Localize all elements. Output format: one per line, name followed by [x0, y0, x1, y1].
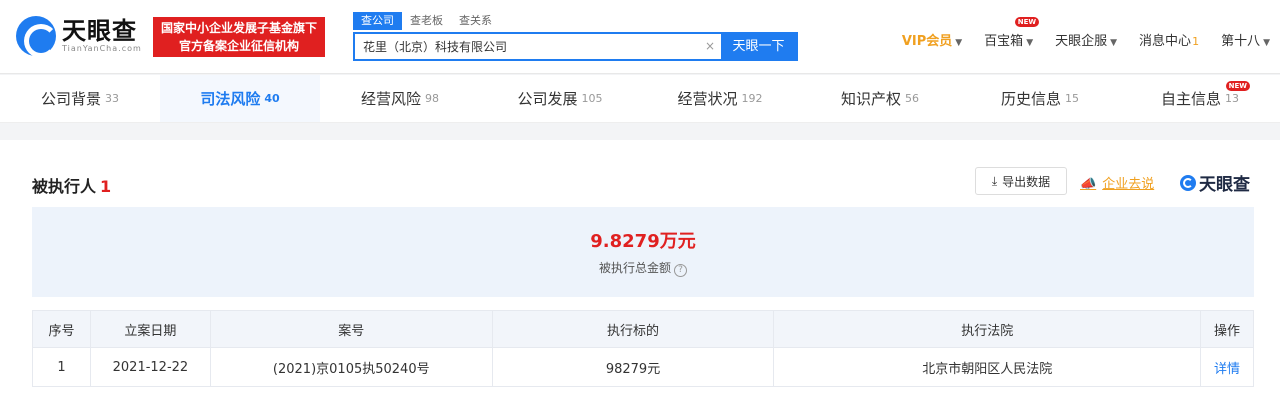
user-menu[interactable]: 第十八 ▼: [1221, 30, 1270, 49]
brand-watermark: 天眼查: [1180, 170, 1250, 195]
search-area: 查公司 查老板 查关系 × 天眼一下: [353, 12, 798, 62]
chevron-down-icon: ▼: [1110, 38, 1118, 48]
toolbox-menu[interactable]: 百宝箱 ▼ NEW: [984, 17, 1040, 49]
search-input[interactable]: [355, 34, 699, 59]
executed-person-card: 被执行人 1 ⤓ 导出数据 📣 企业去说 天眼查 9.8279万元 被执行总金额? …: [0, 140, 1280, 406]
clear-icon[interactable]: ×: [699, 34, 721, 59]
logo-subtext: TianYanCha.com: [62, 44, 142, 53]
report-link[interactable]: 📣 企业去说: [1080, 173, 1154, 192]
new-badge: NEW: [1225, 81, 1250, 91]
company-dimension-tabs: 公司背景 33 司法风险 40 经营风险 98 公司发展 105 经营状况 192 知识产…: [0, 75, 1280, 123]
search-box: × 天眼一下: [353, 32, 798, 61]
header-case-no: 案号: [209, 310, 493, 348]
top-nav: VIP会员 ▼ 百宝箱 ▼ NEW 天眼企服 ▼ 消息中心1 第十八 ▼: [880, 17, 1270, 49]
header-amount: 执行标的: [491, 310, 775, 348]
summary-panel: 9.8279万元 被执行总金额?: [32, 207, 1254, 297]
table-row: 1 2021-12-22 (2021)京0105执50240号 98279元 北…: [32, 347, 1254, 387]
tab-operating-status[interactable]: 经营状况 192: [640, 75, 800, 122]
chevron-down-icon: ▼: [1263, 38, 1270, 48]
cell-action: 详情: [1200, 347, 1254, 387]
promo-banner[interactable]: 国家中小企业发展子基金旗下 官方备案企业征信机构: [153, 17, 325, 57]
search-tab-relation[interactable]: 查关系: [451, 12, 500, 30]
message-count: 1: [1192, 35, 1200, 48]
enterprise-service-menu[interactable]: 天眼企服 ▼: [1055, 30, 1117, 49]
tab-self-info[interactable]: 自主信息 13 NEW: [1120, 75, 1280, 122]
new-badge: NEW: [1014, 17, 1040, 27]
cell-index: 1: [32, 347, 91, 387]
cell-date: 2021-12-22: [89, 347, 211, 387]
tab-intellectual-property[interactable]: 知识产权 56: [800, 75, 960, 122]
logo-icon: [1180, 174, 1196, 191]
tianyancha-logo[interactable]: 天眼查 TianYanCha.com: [16, 16, 142, 58]
detail-link[interactable]: 详情: [1214, 362, 1240, 377]
tab-company-background[interactable]: 公司背景 33: [0, 75, 160, 122]
chevron-down-icon: ▼: [1026, 38, 1034, 48]
banner-line-2: 官方备案企业征信机构: [178, 39, 299, 53]
section-count: 1: [100, 177, 112, 196]
chevron-down-icon: ▼: [955, 38, 963, 48]
download-icon: ⤓: [991, 173, 998, 188]
export-data-button[interactable]: ⤓ 导出数据: [975, 167, 1067, 195]
banner-line-1: 国家中小企业发展子基金旗下: [160, 21, 317, 35]
table-header-row: 序号 立案日期 案号 执行标的 执行法院 操作: [32, 310, 1254, 348]
tab-operating-risk[interactable]: 经营风险 98: [320, 75, 480, 122]
header-court: 执行法院: [773, 310, 1201, 348]
header-action: 操作: [1200, 310, 1254, 348]
tab-judicial-risk[interactable]: 司法风险 40: [160, 75, 320, 122]
search-tab-boss[interactable]: 查老板: [402, 12, 451, 30]
cell-amount: 98279元: [491, 347, 775, 387]
total-amount-label: 被执行总金额?: [32, 259, 1254, 277]
tab-company-development[interactable]: 公司发展 105: [480, 75, 640, 122]
cell-case-no: (2021)京0105执50240号: [209, 347, 493, 387]
tab-history[interactable]: 历史信息 15: [960, 75, 1120, 122]
search-button[interactable]: 天眼一下: [721, 34, 796, 59]
top-header: 天眼查 TianYanCha.com 国家中小企业发展子基金旗下 官方备案企业征…: [0, 0, 1280, 74]
vip-menu[interactable]: VIP会员 ▼: [902, 30, 962, 49]
help-icon[interactable]: ?: [674, 264, 687, 277]
total-amount: 9.8279万元: [590, 231, 696, 252]
search-tab-company[interactable]: 查公司: [353, 12, 402, 30]
section-title: 被执行人 1: [32, 177, 112, 196]
logo-text: 天眼查: [62, 17, 137, 45]
logo-icon: [16, 16, 58, 58]
megaphone-icon: 📣: [1080, 177, 1097, 192]
message-center[interactable]: 消息中心1: [1139, 30, 1199, 49]
cell-court: 北京市朝阳区人民法院: [773, 347, 1201, 387]
search-type-tabs: 查公司 查老板 查关系: [353, 12, 798, 30]
header-date: 立案日期: [89, 310, 211, 348]
records-table: 序号 立案日期 案号 执行标的 执行法院 操作 1 2021-12-22 (20…: [32, 310, 1254, 387]
header-index: 序号: [32, 310, 91, 348]
